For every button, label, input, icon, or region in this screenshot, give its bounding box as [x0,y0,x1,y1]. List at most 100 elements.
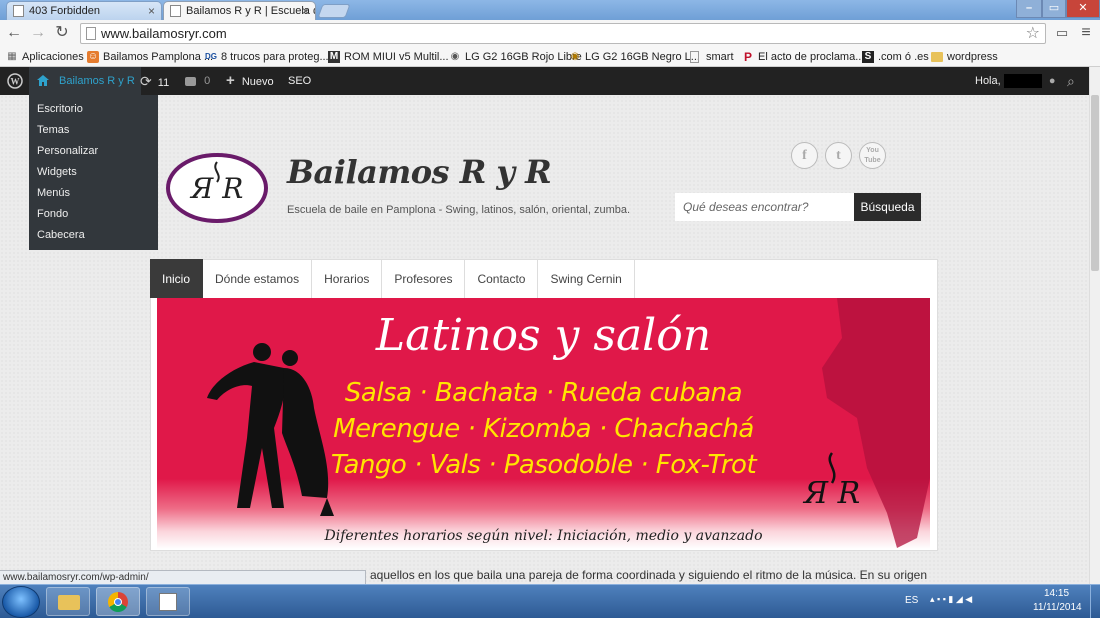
windows-start-button[interactable] [2,586,40,618]
bookmark-folder-wordpress[interactable]: wordpress [931,49,998,65]
svg-text:Я R: Я R [189,172,244,205]
admin-bar-site-link[interactable]: Bailamos R y R [29,67,141,95]
banner-dance-line: Salsa · Bachata · Rueda cubana [344,378,743,408]
menu-item-widgets[interactable]: Widgets [29,162,158,183]
admin-bar-updates[interactable]: ⟳ 11 [140,67,169,95]
plus-icon: + [226,72,235,89]
youtube-icon[interactable]: You Tube [859,142,886,169]
back-arrow-icon[interactable]: ← [4,23,24,43]
close-window-button[interactable]: ✕ [1066,0,1100,18]
tab-bailamos[interactable]: Bailamos R y R | Escuela d × [163,1,316,20]
bookmark-bailamos-pamplona[interactable]: ☺ Bailamos Pamplona ... [87,49,213,65]
menu-item-fondo[interactable]: Fondo [29,204,158,225]
bookmark-com-es[interactable]: S .com ó .es [862,49,929,65]
search-button[interactable]: Búsqueda [854,193,921,221]
updates-count: 11 [157,77,170,89]
s-favicon: S [862,51,874,63]
hero-banner[interactable]: Я R Latinos y salón Salsa · Bachata · Ru… [157,298,930,549]
address-bar[interactable]: ☆ [80,23,1046,44]
bookmark-smart[interactable]: smart [690,49,734,65]
bookmark-lg-g2-negro[interactable]: ◉ LG G2 16GB Negro L... [569,49,700,65]
new-label: Nuevo [241,76,274,88]
page-scrollbar[interactable] [1089,67,1100,592]
clock-date[interactable]: 11/11/2014 [1033,602,1082,613]
bookmark-label: ROM MIUI v5 Multil... [344,51,449,63]
bookmark-lg-g2-rojo[interactable]: ◉ LG G2 16GB Rojo Libre [449,49,582,65]
forward-arrow-icon[interactable]: → [28,23,48,43]
tab-title: 403 Forbidden [29,5,100,17]
svg-text:Я R: Я R [802,476,860,511]
seo-label: SEO [288,75,312,87]
close-icon[interactable]: × [148,2,155,20]
bookmark-el-acto[interactable]: P El acto de proclama... [742,49,864,65]
nav-item-donde-estamos[interactable]: Dónde estamos [203,259,313,298]
menu-item-personalizar[interactable]: Personalizar [29,141,158,162]
bookmark-aplicaciones[interactable]: ▦ Aplicaciones [6,49,84,65]
search-input[interactable] [675,193,854,221]
menu-item-escritorio[interactable]: Escritorio [29,99,158,120]
menu-item-temas[interactable]: Temas [29,120,158,141]
minimize-button[interactable]: – [1016,0,1042,18]
admin-search-icon[interactable]: ⌕ [1067,67,1075,95]
menu-item-cabecera[interactable]: Cabecera [29,225,158,246]
admin-bar-seo[interactable]: SEO [288,67,311,95]
bookmark-rom-miui[interactable]: M ROM MIUI v5 Multil... [328,49,449,65]
reload-icon[interactable]: ↻ [52,23,72,43]
nav-item-contacto[interactable]: Contacto [465,259,539,298]
wp-admin-bar: W Bailamos R y R ⟳ 11 0 + Nuevo SEO Hola… [0,67,1089,95]
admin-bar-new[interactable]: + Nuevo [226,67,274,95]
svg-text:W: W [10,77,19,87]
apps-grid-icon: ▦ [7,51,17,62]
new-tab-button[interactable] [317,4,351,18]
wordpress-logo-icon[interactable]: W [0,67,29,95]
bookmark-8-trucos[interactable]: DG 8 trucos para proteg... [205,49,329,65]
folder-icon [58,595,80,610]
admin-bar-account[interactable]: Hola, ● [975,67,1055,95]
nav-item-profesores[interactable]: Profesores [382,259,466,298]
site-title[interactable]: Bailamos R y R [287,153,552,191]
bookmark-label: 8 trucos para proteg... [221,51,329,63]
comments-count: 0 [204,75,211,87]
bookmark-label: Aplicaciones [22,51,84,63]
lg-favicon: ◉ [450,51,460,62]
explorer-taskbar-button[interactable] [46,587,90,616]
chrome-taskbar-button[interactable] [96,587,140,616]
browser-status-url: www.bailamosryr.com/wp-admin/ [0,570,366,584]
scrollbar-thumb[interactable] [1091,95,1099,271]
bookmarks-bar: ▦ Aplicaciones ☺ Bailamos Pamplona ... D… [0,47,1100,67]
url-input[interactable] [101,25,1001,42]
site-logo[interactable]: Я R [166,152,268,224]
redacted-username [1003,74,1042,89]
nav-item-inicio[interactable]: Inicio [150,259,204,298]
admin-bar-site-name: Bailamos R y R [59,75,135,87]
menu-icon[interactable]: ≡ [1076,23,1096,43]
twitter-icon[interactable]: t [825,142,852,169]
facebook-icon[interactable]: f [791,142,818,169]
home-icon [37,75,49,86]
bookmark-star-icon[interactable]: ☆ [1026,24,1040,43]
banner-title: Latinos y salón [375,310,712,361]
clock-time[interactable]: 14:15 [1044,588,1069,599]
nav-item-horarios[interactable]: Horarios [312,259,383,298]
tab-403-forbidden[interactable]: 403 Forbidden × [6,1,162,20]
close-icon[interactable]: × [302,2,309,20]
user-avatar-icon: ● [1048,75,1056,87]
bookmark-label: LG G2 16GB Rojo Libre [465,51,582,63]
admin-bar-site-dropdown: Escritorio Temas Personalizar Widgets Me… [29,95,158,250]
tray-icons[interactable]: ▴ ▪ ▪ ▮ ◢ ◀ [930,594,972,605]
folder-icon [931,52,943,62]
show-desktop-button[interactable] [1090,585,1100,618]
admin-bar-comments[interactable]: 0 [185,67,210,95]
nav-item-swing-cernin[interactable]: Swing Cernin [538,259,635,298]
banner-footer-text: Diferentes horarios según nivel: Iniciac… [324,528,763,544]
site-tagline: Escuela de baile en Pamplona - Swing, la… [287,204,631,216]
maximize-button[interactable]: ▭ [1042,0,1066,18]
page-icon [86,27,96,40]
intro-paragraph: n aquellos en los que baila una pareja d… [360,568,928,582]
bookmark-label: smart [706,51,734,63]
menu-item-menus[interactable]: Menús [29,183,158,204]
bookmark-label: Bailamos Pamplona ... [103,51,214,63]
app-taskbar-button[interactable] [146,587,190,616]
cast-icon[interactable]: ▭ [1052,23,1072,43]
language-indicator[interactable]: ES [905,595,918,606]
